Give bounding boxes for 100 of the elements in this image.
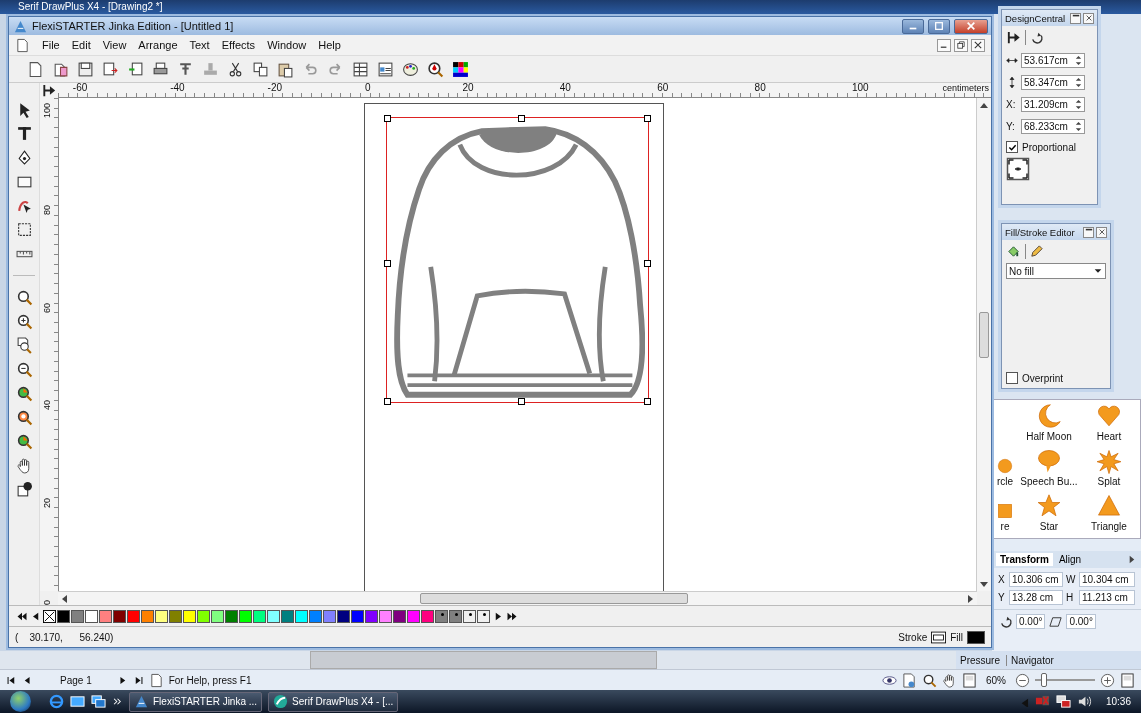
color-swatch[interactable]	[267, 609, 280, 623]
maximize-button[interactable]	[928, 18, 950, 34]
clock[interactable]: 10:36	[1105, 696, 1131, 707]
copy-icon[interactable]	[252, 60, 269, 78]
color-swatch[interactable]	[407, 609, 420, 623]
close-button[interactable]	[1083, 12, 1094, 24]
zoom-out-icon[interactable]	[15, 361, 33, 378]
color-swatch[interactable]	[57, 609, 70, 623]
color-swatch[interactable]	[295, 609, 308, 623]
ruler-origin-icon[interactable]	[40, 83, 58, 98]
zoom-page-icon[interactable]	[15, 337, 33, 354]
spin-field[interactable]: 68.233cm	[1021, 118, 1085, 134]
taskbar-button[interactable]: Serif DrawPlus X4 - [...	[268, 691, 399, 712]
cut-icon[interactable]	[227, 60, 244, 78]
stroke-swatch-icon[interactable]	[931, 629, 947, 645]
move-tab-icon[interactable]	[1006, 30, 1021, 45]
fill-type-dropdown[interactable]: No fill	[1006, 263, 1106, 279]
browser-icon[interactable]	[49, 694, 64, 709]
gallery-item[interactable]: Speech Bu...	[1017, 444, 1081, 489]
special-swatch[interactable]	[435, 609, 448, 623]
zoom-in-icon[interactable]	[1100, 672, 1115, 688]
zoom-out-icon[interactable]	[1015, 672, 1030, 688]
color-grid-icon[interactable]	[452, 60, 469, 78]
minimize-button[interactable]	[937, 38, 951, 52]
menu-item[interactable]: Help	[318, 39, 341, 51]
new-document-icon[interactable]	[27, 60, 44, 78]
spin-field[interactable]: 53.617cm	[1021, 52, 1085, 68]
menu-item[interactable]: Text	[189, 39, 210, 51]
panel-tab[interactable]: Pressure	[960, 654, 1000, 666]
close-button[interactable]	[971, 38, 985, 52]
import-icon[interactable]	[102, 60, 119, 78]
spin-field[interactable]: 11.213 cm	[1079, 590, 1135, 605]
gallery-item[interactable]: rcle	[993, 444, 1017, 489]
horizontal-scrollbar[interactable]	[310, 651, 657, 669]
fill-tool-icon[interactable]	[15, 481, 33, 498]
color-swatch[interactable]	[365, 609, 378, 623]
color-swatch[interactable]	[379, 609, 392, 623]
panel-tab[interactable]: Align	[1054, 553, 1086, 566]
special-swatch[interactable]	[477, 609, 490, 623]
menu-item[interactable]: Edit	[71, 39, 91, 51]
slider-thumb[interactable]	[1041, 673, 1047, 687]
gallery-item[interactable]: Half Moon	[1017, 399, 1081, 444]
color-swatch[interactable]	[337, 609, 350, 623]
checkbox[interactable]	[1006, 372, 1018, 384]
export-icon[interactable]	[127, 60, 144, 78]
menu-item[interactable]: Window	[267, 39, 307, 51]
page-icon[interactable]	[962, 672, 977, 688]
zoom-icon[interactable]	[922, 672, 937, 688]
color-swatch[interactable]	[239, 609, 252, 623]
layout-icon[interactable]	[352, 60, 369, 78]
close-button[interactable]	[1096, 226, 1107, 238]
text-tool-icon[interactable]	[15, 125, 33, 142]
gallery-item[interactable]: Heart	[1081, 399, 1137, 444]
color-swatch[interactable]	[281, 609, 294, 623]
spin-field[interactable]: 58.347cm	[1021, 74, 1085, 90]
gallery-item[interactable]: Triangle	[1081, 489, 1137, 534]
minimize-button[interactable]	[1070, 12, 1081, 24]
plotter-icon[interactable]	[177, 60, 194, 78]
color-swatch[interactable]	[253, 609, 266, 623]
shear-field[interactable]: 0.00°	[1066, 614, 1096, 629]
color-swatch[interactable]	[85, 609, 98, 623]
gallery-item[interactable]: Splat	[1081, 444, 1137, 489]
network-icon[interactable]	[1055, 694, 1071, 709]
color-swatch[interactable]	[169, 609, 182, 623]
color-swatch[interactable]	[113, 609, 126, 623]
document-view-icon[interactable]	[902, 672, 917, 688]
vertical-scrollbar[interactable]	[976, 98, 991, 591]
spin-field[interactable]: 10.306 cm	[1009, 572, 1063, 587]
crop-tool-icon[interactable]	[15, 221, 33, 238]
color-swatch[interactable]	[197, 609, 210, 623]
horizontal-scrollbar[interactable]	[58, 591, 977, 605]
menu-item[interactable]: Effects	[221, 39, 256, 51]
checkbox[interactable]	[1006, 141, 1018, 153]
zoom-color-icon[interactable]	[15, 433, 33, 450]
pen-tool-icon[interactable]	[15, 149, 33, 166]
desktop-icon[interactable]	[70, 694, 85, 709]
document-icon[interactable]	[15, 37, 30, 53]
restore-button[interactable]	[954, 38, 968, 52]
minimize-button[interactable]	[1083, 226, 1094, 238]
taskbar-button[interactable]: FlexiSTARTER Jinka ...	[129, 691, 263, 712]
pencil-tab-icon[interactable]	[1025, 244, 1044, 259]
gallery-item[interactable]: re	[993, 489, 1017, 534]
zoom-in-icon[interactable]	[15, 313, 33, 330]
spin-field[interactable]: 31.209cm	[1021, 96, 1085, 112]
spinner-icon[interactable]	[1074, 53, 1083, 67]
zoom-fit-icon[interactable]	[15, 385, 33, 402]
color-swatch[interactable]	[99, 609, 112, 623]
spin-field[interactable]: 10.304 cm	[1079, 572, 1135, 587]
start-button[interactable]	[10, 691, 31, 712]
no-color-swatch[interactable]	[43, 609, 56, 623]
menu-item[interactable]: File	[42, 39, 60, 51]
special-swatch[interactable]	[463, 609, 476, 623]
color-swatch[interactable]	[421, 609, 434, 623]
color-swatch[interactable]	[71, 609, 84, 623]
special-swatch[interactable]	[449, 609, 462, 623]
color-swatch[interactable]	[225, 609, 238, 623]
anchor-grid-icon[interactable]	[1006, 157, 1030, 181]
rotation-field[interactable]: 0.00°	[1016, 614, 1046, 629]
panel-tab[interactable]: Transform	[996, 553, 1053, 566]
page-icon[interactable]	[1120, 672, 1135, 688]
